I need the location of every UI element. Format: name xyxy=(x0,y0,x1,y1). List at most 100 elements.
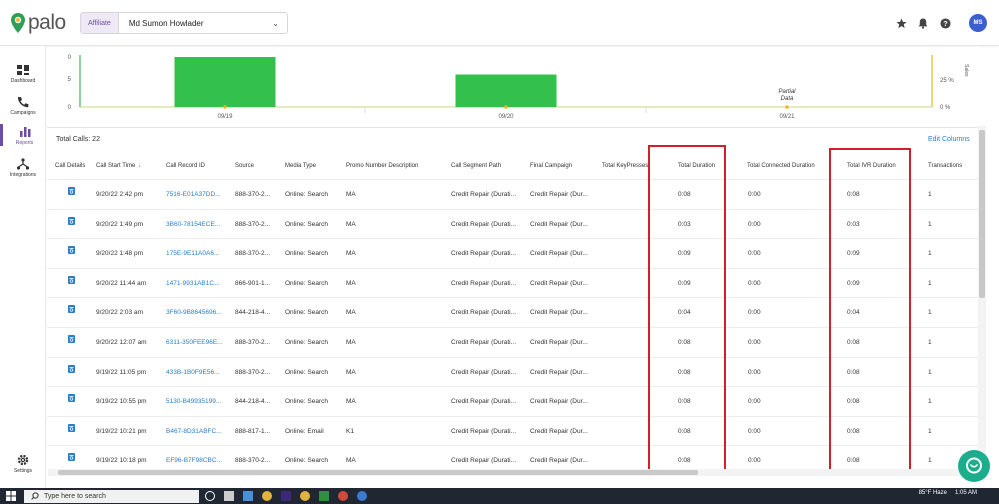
call-details-icon[interactable] xyxy=(68,335,75,343)
column-header[interactable]: Total KeyPresses xyxy=(602,163,648,169)
cell-record[interactable]: 433B-1B0F9E56... xyxy=(166,369,219,376)
cell-duration: 0:08 xyxy=(678,457,691,465)
cell-segment: Credit Repair (Durati... xyxy=(451,191,517,198)
call-details-icon[interactable] xyxy=(68,364,75,373)
cell-segment: Credit Repair (Durati... xyxy=(451,250,517,258)
sidebar-item-integrations[interactable]: Integrations xyxy=(0,158,46,178)
table-row[interactable]: 9/20/22 1:48 pm 175E-9E11A0A6... 888-370-2… xyxy=(47,239,980,269)
call-details-icon[interactable] xyxy=(68,246,75,255)
column-header[interactable]: Call Details xyxy=(55,163,85,169)
cell-record[interactable]: 3B60-78154ECE... xyxy=(166,221,220,228)
column-header[interactable]: Media Type xyxy=(285,163,316,169)
table-row[interactable]: 9/20/22 2:03 am 3F60-9B8645696... 844-218-… xyxy=(47,298,980,328)
scroll-thumb[interactable] xyxy=(979,130,985,298)
table-row[interactable]: 9/20/22 1:49 pm 3B60-78154ECE... 888-370-2… xyxy=(47,210,980,240)
column-header[interactable]: Call Segment Path xyxy=(451,163,501,169)
sidebar-item-settings[interactable]: Settings xyxy=(0,454,46,474)
call-details-icon[interactable] xyxy=(68,423,75,432)
cell-promo: MA xyxy=(346,368,356,376)
scroll-thumb[interactable] xyxy=(58,470,698,475)
cell-transactions: 1 xyxy=(928,279,932,287)
account-selector[interactable]: Affiliate Md Sumon Howlader ⌄ xyxy=(80,12,288,34)
user-avatar[interactable]: MS xyxy=(969,14,987,32)
weather-text[interactable]: 85°F Haze xyxy=(919,490,947,496)
cell-segment: Credit Repair (Durati... xyxy=(451,427,517,435)
chrome-icon[interactable] xyxy=(300,491,310,501)
cell-record[interactable]: 5130-B49935199... xyxy=(166,398,221,405)
table-row[interactable]: 9/20/22 11:44 am 1471-9931AB1C... 866-901-… xyxy=(47,269,980,299)
taskbar-app-icon[interactable] xyxy=(243,491,253,501)
column-header[interactable]: Source xyxy=(235,163,254,169)
cell-transactions: 1 xyxy=(928,368,932,376)
taskbar-app-icon[interactable] xyxy=(224,491,234,501)
table-row[interactable]: 9/20/22 2:42 pm 7516-E01A37DD... 888-370-2… xyxy=(47,180,980,210)
cell-segment: Credit Repair (Durati... xyxy=(451,309,517,317)
x-tick-label: 09/21 xyxy=(779,114,795,120)
table-row[interactable]: 9/19/22 10:55 pm 5130-B49935199... 844-218… xyxy=(47,387,980,417)
clock-text[interactable]: 1:05 AM xyxy=(955,490,977,496)
cell-ivr: 0:04 xyxy=(847,309,860,317)
sidebar-item-reports[interactable]: Reports xyxy=(0,124,46,146)
chrome-icon[interactable] xyxy=(338,491,348,501)
cell-campaign: Credit Repair (Dur... xyxy=(530,279,588,287)
call-details-icon[interactable] xyxy=(68,305,75,314)
cell-record[interactable]: 175E-9E11A0A6... xyxy=(166,250,219,257)
task-view-icon[interactable] xyxy=(205,491,215,501)
call-details-icon[interactable] xyxy=(68,275,75,284)
column-header[interactable]: Final Campaign xyxy=(530,163,572,169)
cell-transactions: 1 xyxy=(928,309,932,317)
chrome-icon[interactable] xyxy=(262,491,272,501)
cell-start: 9/20/22 1:48 pm xyxy=(96,250,143,258)
vertical-scrollbar[interactable] xyxy=(978,126,986,476)
chat-button[interactable] xyxy=(958,450,990,482)
help-icon[interactable]: ? xyxy=(939,17,951,29)
cell-promo: MA xyxy=(346,191,356,198)
table-row[interactable]: 9/20/22 12:07 am 6311-350FEE96E... 888-370… xyxy=(47,328,980,358)
cell-media: Online: Search xyxy=(285,191,328,198)
cell-record[interactable]: 7516-E01A37DD... xyxy=(166,191,221,198)
cell-ivr: 0:08 xyxy=(847,427,860,435)
call-details-icon[interactable] xyxy=(68,453,75,462)
taskbar-search[interactable]: Type here to search xyxy=(24,490,199,503)
call-details-icon[interactable] xyxy=(68,187,75,195)
column-header[interactable]: Transactions xyxy=(928,163,962,169)
taskbar-search-placeholder: Type here to search xyxy=(44,493,106,500)
call-details-icon[interactable] xyxy=(68,394,75,403)
sidebar-item-dashboard[interactable]: Dashboard xyxy=(0,64,46,84)
horizontal-scrollbar[interactable] xyxy=(48,469,980,476)
edit-columns-link[interactable]: Edit Columns xyxy=(928,136,970,143)
cell-record[interactable]: 3F60-9B8645696... xyxy=(166,309,222,316)
column-header[interactable]: Total IVR Duration xyxy=(847,163,896,169)
call-details-icon[interactable] xyxy=(68,216,75,225)
cell-duration: 0:09 xyxy=(678,250,691,258)
column-header[interactable]: Total Duration xyxy=(678,163,715,169)
cell-transactions: 1 xyxy=(928,339,932,346)
column-header[interactable]: Call Start Time xyxy=(96,163,135,169)
cell-campaign: Credit Repair (Dur... xyxy=(530,427,588,435)
excel-icon[interactable] xyxy=(319,491,329,501)
table-row[interactable]: 9/19/22 11:05 pm 433B-1B0F9E56... 888-370-… xyxy=(47,358,980,388)
column-header[interactable]: Total Connected Duration xyxy=(747,163,815,169)
bell-icon[interactable] xyxy=(917,17,929,29)
skype-icon[interactable] xyxy=(357,491,367,501)
cell-record[interactable]: 6311-350FEE96E... xyxy=(166,339,223,346)
cell-start: 9/20/22 12:07 am xyxy=(96,339,147,346)
column-header[interactable]: Call Record ID xyxy=(166,163,205,169)
palo-logo[interactable]: palo xyxy=(10,9,66,37)
sort-arrow-icon[interactable]: ↓ xyxy=(138,163,141,169)
table-row[interactable]: 9/19/22 10:21 pm B467-8D31ABFC... 888-817-… xyxy=(47,417,980,447)
cell-record[interactable]: B467-8D31ABFC... xyxy=(166,428,222,435)
cell-promo: MA xyxy=(346,309,356,317)
cell-record[interactable]: EF96-B7F98CBC... xyxy=(166,457,222,464)
sidebar-item-campaigns[interactable]: Campaigns xyxy=(0,96,46,116)
cell-record[interactable]: 1471-9931AB1C... xyxy=(166,280,219,287)
table-row[interactable]: 9/19/22 10:18 pm EF96-B7F98CBC... 888-370-… xyxy=(47,446,980,471)
windows-start-icon[interactable] xyxy=(6,491,16,501)
chart-bar xyxy=(455,74,557,107)
column-header[interactable]: Promo Number Description xyxy=(346,163,418,169)
cell-promo: K1 xyxy=(346,427,354,435)
premiere-icon[interactable] xyxy=(281,491,291,501)
cell-transactions: 1 xyxy=(928,191,932,198)
star-icon[interactable] xyxy=(895,17,907,29)
calls-table: Call Details Call Start Time ↓ Call Record … xyxy=(47,153,980,471)
